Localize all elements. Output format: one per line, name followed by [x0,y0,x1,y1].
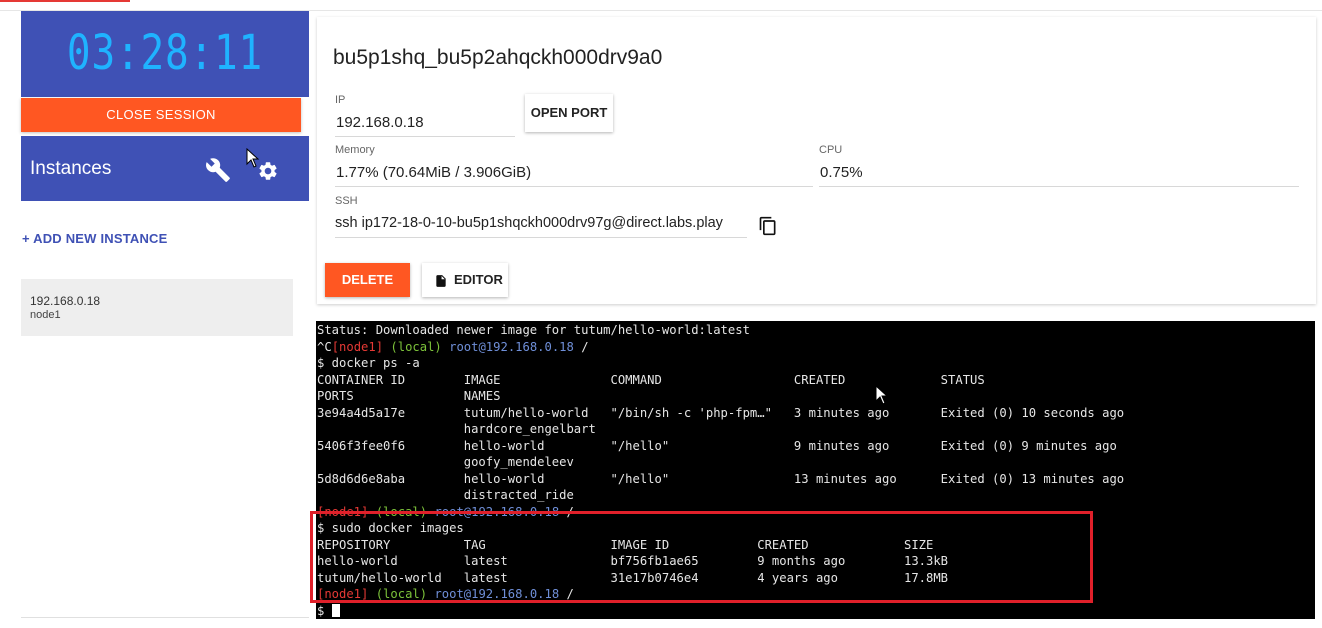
mouse-pointer-icon [875,385,889,405]
memory-underline [335,186,813,187]
session-timer-panel: 03:28:11 [21,11,309,97]
editor-button-label: EDITOR [454,272,503,287]
instance-list-item[interactable]: 192.168.0.18 node1 [21,279,293,336]
terminal-line: PORTS NAMES [317,389,501,403]
ip-value: 192.168.0.18 [336,114,424,131]
ip-label: IP [335,94,346,106]
add-new-instance-button[interactable]: + ADD NEW INSTANCE [22,231,168,246]
terminal-line: hello-world latest bf756fb1ae65 9 months… [317,554,949,568]
prompt-node: [node1] [331,339,384,354]
prompt-user: root@192.168.0.18 [434,504,560,519]
open-port-button[interactable]: OPEN PORT [525,94,613,132]
mouse-pointer-icon [246,148,260,168]
instances-header: Instances [21,136,309,201]
prompt-node: [node1] [317,504,369,519]
terminal[interactable]: Status: Downloaded newer image for tutum… [316,321,1315,619]
memory-label: Memory [335,144,375,156]
terminal-line: distracted_ride [317,488,574,502]
instance-ip: 192.168.0.18 [30,294,101,308]
terminal-line: 3e94a4d5a17e tutum/hello-world "/bin/sh … [317,405,1125,420]
prompt-local: (local) [375,504,428,519]
cpu-label: CPU [819,144,843,156]
session-timer: 03:28:11 [66,25,264,81]
prompt-user: root@192.168.0.18 [434,587,560,601]
terminal-cursor [331,603,340,617]
terminal-output: Status: Downloaded newer image for tutum… [317,323,1125,618]
terminal-line: tutum/hello-world latest 31e17b0746e4 4 … [317,570,949,585]
sidebar: 03:28:11 CLOSE SESSION Instances + ADD N… [21,11,309,618]
terminal-line: Status: Downloaded newer image for tutum… [317,323,750,337]
delete-button[interactable]: DELETE [325,263,410,297]
terminal-line: 5406f3fee0f6 hello-world "/hello" 9 minu… [317,438,1117,453]
terminal-line: $ docker ps -a [317,356,420,370]
terminal-line: goofy_mendeleev [317,455,574,469]
sidebar-bottom-divider [21,617,309,618]
instance-hostname: bu5p1shq_bu5p2ahqckh000drv9a0 [333,46,663,69]
ssh-value: ssh ip172-18-0-10-bu5p1shqckh000drv97g@d… [335,215,723,231]
ssh-underline [335,237,747,238]
instance-name: node1 [30,309,61,321]
prompt-local: (local) [375,587,428,601]
prompt-local: (local) [390,339,442,354]
memory-value: 1.77% (70.64MiB / 3.906GiB) [336,164,532,181]
cpu-underline [819,186,1299,187]
file-icon [436,275,446,287]
copy-icon[interactable] [758,215,778,237]
terminal-line: $ sudo docker images [317,521,464,535]
instance-details-panel: bu5p1shq_bu5p2ahqckh000drv9a0 IP 192.168… [317,17,1316,304]
instances-title: Instances [30,158,112,179]
wrench-icon[interactable] [205,157,231,183]
terminal-line: 5d8d6d6e8aba hello-world "/hello" 13 min… [317,471,1125,486]
terminal-line: REPOSITORY TAG IMAGE ID CREATED SIZE [317,537,934,552]
prompt-node: [node1] [317,587,369,601]
gear-icon[interactable] [257,160,279,182]
cpu-value: 0.75% [820,164,863,181]
close-session-button[interactable]: CLOSE SESSION [21,98,301,132]
ssh-label: SSH [335,195,358,207]
prompt-user: root@192.168.0.18 [449,339,574,354]
terminal-line: hardcore_engelbart [317,422,596,436]
terminal-line: ^C [317,339,332,354]
terminal-line: $ [317,603,332,618]
editor-button[interactable]: EDITOR [422,263,508,297]
top-accent-line [0,0,130,2]
ip-underline [335,136,515,137]
